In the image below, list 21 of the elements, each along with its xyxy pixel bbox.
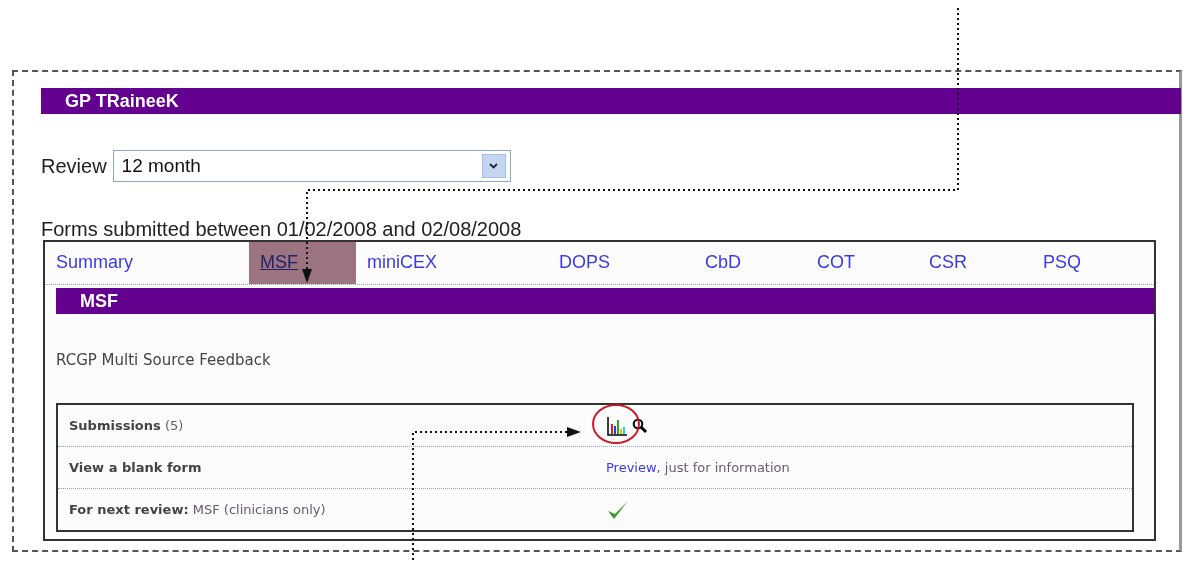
highlight-circle [592, 403, 640, 444]
row-label: View a blank form [68, 460, 203, 475]
review-dropdown[interactable]: 12 month [112, 150, 511, 182]
bar-chart-icon[interactable] [606, 415, 628, 436]
tab[interactable]: miniCEX [356, 242, 548, 284]
period-text: Forms submitted between 01/02/2008 and 02/08/2008 [41, 218, 523, 240]
row-label: Submissions (5) [68, 418, 185, 433]
tab[interactable]: CSR [918, 242, 1032, 284]
row-label: For next review: MSF (clinicians only) [68, 502, 327, 517]
preview-link[interactable]: Preview [606, 460, 657, 475]
section-description: RCGP Multi Source Feedback [56, 351, 272, 369]
search-icon[interactable] [632, 417, 648, 434]
tab[interactable]: PSQ [1032, 242, 1154, 284]
review-label: Review [41, 154, 107, 178]
tab[interactable]: Summary [45, 242, 249, 284]
preview-note: Preview, just for information [606, 460, 790, 475]
tab[interactable]: COT [806, 242, 918, 284]
section-title: MSF [80, 290, 118, 312]
tab[interactable]: CbD [694, 242, 806, 284]
tab[interactable]: DOPS [548, 242, 694, 284]
user-name: GP TRaineeK [65, 90, 179, 112]
